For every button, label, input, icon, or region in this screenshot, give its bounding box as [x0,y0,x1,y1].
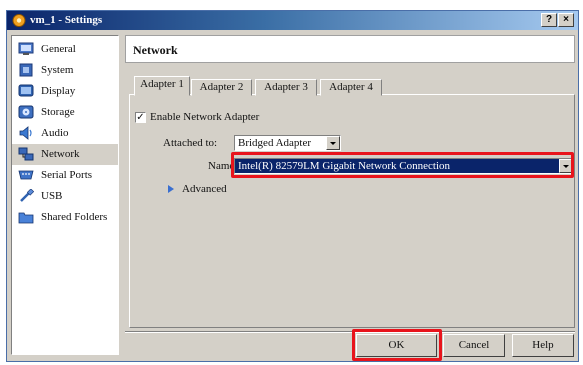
enable-adapter-checkbox[interactable]: ✓ [135,112,146,123]
storage-icon [18,105,34,119]
expand-arrow-icon [168,185,174,193]
sidebar-item-label: General [41,43,76,55]
button-bar-separator [125,331,575,333]
tab-adapter-3[interactable]: Adapter 3 [255,79,317,96]
shared-folders-icon [18,212,34,224]
usb-icon [20,189,34,202]
sidebar-item-usb[interactable]: USB [12,186,118,207]
sidebar-item-label: Network [41,148,80,160]
titlebar-close-button[interactable]: × [558,13,574,27]
network-icon [18,147,34,161]
ok-highlight-annotation [352,329,442,361]
sidebar-item-label: Serial Ports [41,169,93,181]
advanced-label: Advanced [182,183,227,195]
sidebar-item-storage[interactable]: Storage [12,102,118,123]
page-title: Network [133,43,178,57]
system-icon [19,63,33,77]
chevron-down-icon[interactable] [326,136,340,150]
tab-adapter-2[interactable]: Adapter 2 [191,79,252,96]
sidebar-item-label: Audio [41,127,69,139]
name-highlight-annotation [231,152,574,178]
sidebar-item-label: Storage [41,106,75,118]
tab-adapter-4[interactable]: Adapter 4 [320,79,382,96]
content-area: Network Adapter 1 Adapter 2 Adapter 3 Ad… [125,35,575,330]
sidebar-item-general[interactable]: General [12,39,118,60]
sidebar-item-network[interactable]: Network [12,144,118,165]
attached-to-label: Attached to: [163,137,218,149]
display-icon [18,84,34,97]
attached-to-select[interactable]: Bridged Adapter [234,135,341,151]
sidebar-item-serial-ports[interactable]: Serial Ports [12,165,118,186]
sidebar-item-label: System [41,64,74,76]
titlebar-help-button[interactable]: ? [541,13,557,27]
cancel-button[interactable]: Cancel [443,334,505,357]
general-icon [18,42,34,55]
settings-sidebar: General System Display Storage Audio Net… [11,35,119,355]
sidebar-item-label: Display [41,85,76,97]
sidebar-item-label: Shared Folders [41,211,108,223]
attached-to-value: Bridged Adapter [238,137,312,149]
sidebar-item-shared-folders[interactable]: Shared Folders [12,207,118,228]
audio-icon [19,126,32,140]
sidebar-item-audio[interactable]: Audio [12,123,118,144]
sidebar-item-display[interactable]: Display [12,81,118,102]
help-button[interactable]: Help [512,334,574,357]
title-bar[interactable]: vm_1 - Settings ? × [7,11,578,30]
tab-adapter-1[interactable]: Adapter 1 [134,76,190,96]
sidebar-item-system[interactable]: System [12,60,118,81]
settings-window: vm_1 - Settings ? × General System Displ… [6,10,579,362]
section-header: Network [125,35,575,63]
app-gear-icon [12,14,26,27]
window-title: vm_1 - Settings [30,14,103,26]
serial-ports-icon [18,170,34,180]
tab-panel [129,94,575,328]
enable-adapter-label: Enable Network Adapter [150,111,260,123]
sidebar-item-label: USB [41,190,63,202]
